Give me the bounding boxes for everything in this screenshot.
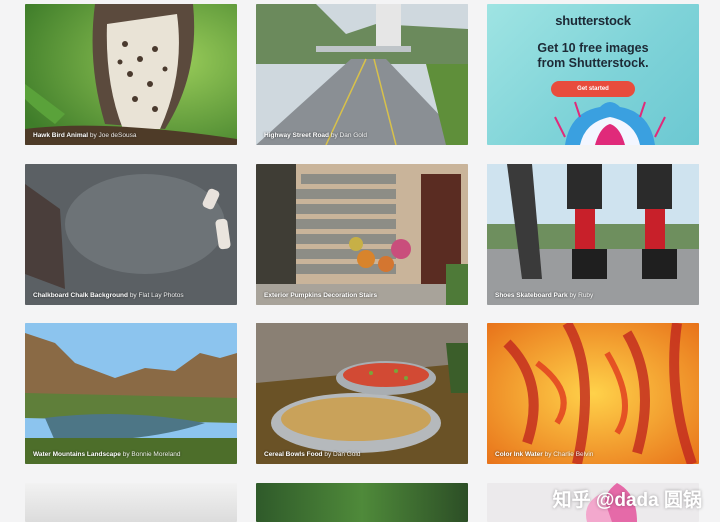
photo-tile-mountains[interactable]: Water Mountains Landscape by Bonnie More… <box>25 323 237 464</box>
photo-tile-row4-left[interactable] <box>25 483 237 522</box>
skateboard-photo <box>487 164 699 305</box>
photo-tile-row4-middle[interactable] <box>256 483 468 522</box>
photo-caption: Cereal Bowls Food by Dan Gold <box>264 451 361 458</box>
photo-caption: Water Mountains Landscape by Bonnie More… <box>33 451 181 458</box>
mountains-photo <box>25 323 237 464</box>
photo-tile-ink[interactable]: Color Ink Water by Charlie Belvin <box>487 323 699 464</box>
photo-tile-skateboard[interactable]: Shoes Skateboard Park by Ruby <box>487 164 699 305</box>
photo-caption: Exterior Pumpkins Decoration Stairs <box>264 292 378 299</box>
highway-photo <box>256 4 468 145</box>
ink-photo <box>487 323 699 464</box>
photo-tile-hawk[interactable]: Hawk Bird Animal by Joe deSousa <box>25 4 237 145</box>
photo-tile-stairs[interactable]: Exterior Pumpkins Decoration Stairs <box>256 164 468 305</box>
photo-tile-chalkboard[interactable]: Chalkboard Chalk Background by Flat Lay … <box>25 164 237 305</box>
photo-caption: Hawk Bird Animal by Joe deSousa <box>33 132 137 139</box>
photo-caption: Highway Street Road by Dan Gold <box>264 132 367 139</box>
stairs-photo <box>256 164 468 305</box>
watermark: 知乎 @dada 圆锅 <box>552 490 702 511</box>
shutterstock-ad[interactable]: shutterstock Get 10 free images from Shu… <box>487 4 699 145</box>
photo-caption: Shoes Skateboard Park by Ruby <box>495 292 594 299</box>
chalkboard-photo <box>25 164 237 305</box>
hawk-photo <box>25 4 237 145</box>
photo-caption: Color Ink Water by Charlie Belvin <box>495 451 594 458</box>
photo-tile-cereal[interactable]: Cereal Bowls Food by Dan Gold <box>256 323 468 464</box>
flower-illustration <box>554 101 666 145</box>
photo-tile-highway[interactable]: Highway Street Road by Dan Gold <box>256 4 468 145</box>
photo-caption: Chalkboard Chalk Background by Flat Lay … <box>33 292 184 299</box>
cereal-photo <box>256 323 468 464</box>
